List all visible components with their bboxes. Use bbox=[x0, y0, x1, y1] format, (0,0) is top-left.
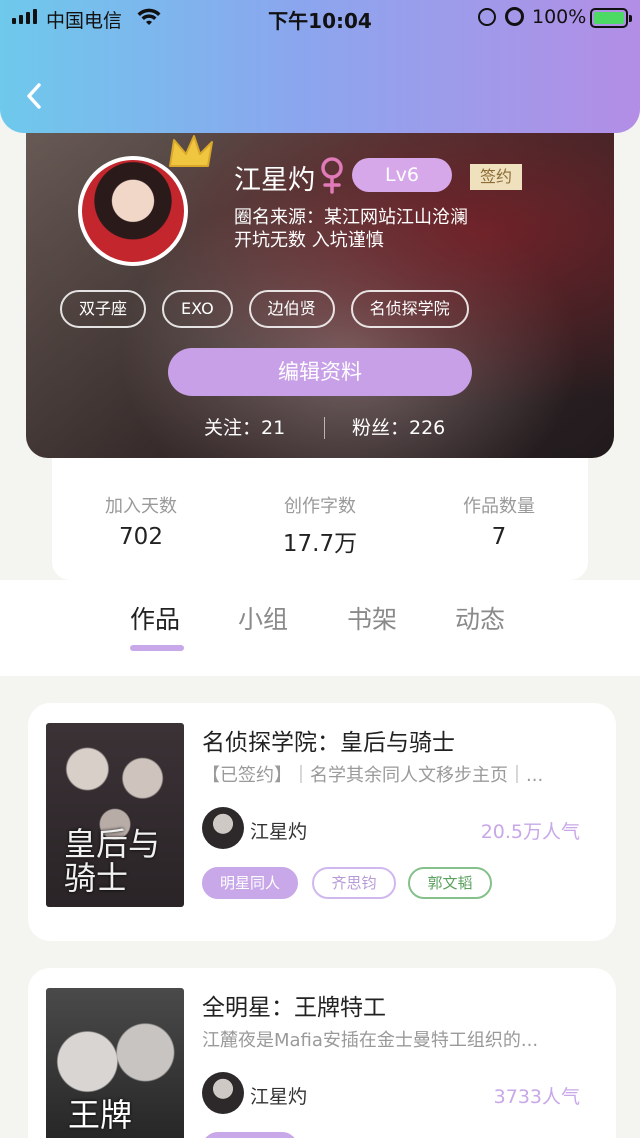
author-name[interactable]: 江星灼 bbox=[250, 817, 307, 844]
bio-line: 开坑无数 入坑谨慎 bbox=[234, 230, 384, 251]
rotation-lock-icon bbox=[478, 8, 496, 26]
divider bbox=[324, 417, 325, 439]
stats-panel: 加入天数 702 创作字数 17.7万 作品数量 7 bbox=[52, 458, 588, 580]
popularity-count: 3733人气 bbox=[493, 1086, 580, 1108]
author-avatar[interactable] bbox=[202, 1072, 244, 1114]
tab-activity[interactable]: 动态 bbox=[455, 600, 505, 636]
tag-chip[interactable]: 双子座 bbox=[60, 290, 147, 328]
tag-list: 双子座 EXO 边伯贤 名侦探学院 bbox=[60, 290, 469, 328]
work-title[interactable]: 名侦探学院：皇后与骑士 bbox=[202, 723, 455, 757]
bio-line: 圈名来源：某江网站江山沧澜 bbox=[234, 207, 468, 228]
tab-works[interactable]: 作品 bbox=[130, 600, 180, 636]
stat-label: 创作字数 bbox=[284, 496, 356, 517]
tag-chip[interactable]: 边伯贤 bbox=[248, 290, 335, 328]
status-bar: 中国电信 下午10:04 100% bbox=[0, 0, 640, 36]
tag-chip[interactable]: EXO bbox=[162, 290, 233, 328]
stat-label: 作品数量 bbox=[463, 496, 535, 517]
battery-percent: 100% bbox=[532, 6, 587, 28]
bio: 圈名来源：某江网站江山沧澜 开坑无数 入坑谨慎 bbox=[234, 206, 468, 252]
tag-chip[interactable]: 齐思钧 bbox=[312, 867, 396, 899]
genre-chip[interactable]: 明星同人 bbox=[202, 867, 298, 899]
stat-works-count: 作品数量 7 bbox=[410, 492, 588, 550]
tab-groups[interactable]: 小组 bbox=[238, 600, 288, 636]
popularity-count: 20.5万人气 bbox=[480, 821, 580, 843]
female-icon bbox=[321, 157, 343, 194]
author-name[interactable]: 江星灼 bbox=[250, 1082, 307, 1109]
tab-bar bbox=[0, 580, 640, 676]
fans-count[interactable]: 粉丝：226 bbox=[352, 413, 445, 440]
signed-badge: 签约 bbox=[470, 164, 522, 190]
tag-chip[interactable]: 名侦探学院 bbox=[350, 290, 469, 328]
avatar[interactable] bbox=[78, 156, 188, 266]
following-count[interactable]: 关注：21 bbox=[204, 413, 285, 440]
stat-value: 7 bbox=[491, 524, 507, 550]
work-cover[interactable]: 皇后与骑士 bbox=[46, 723, 184, 907]
stat-join-days: 加入天数 702 bbox=[52, 492, 230, 550]
work-description: 【已签约】｜名学其余同人文移步主页｜... bbox=[202, 765, 544, 786]
crown-icon bbox=[169, 135, 213, 167]
work-card[interactable]: 皇后与骑士 名侦探学院：皇后与骑士 【已签约】｜名学其余同人文移步主页｜... … bbox=[28, 703, 616, 941]
tab-bookshelf[interactable]: 书架 bbox=[347, 600, 397, 636]
alarm-icon bbox=[505, 7, 524, 26]
edit-profile-button[interactable]: 编辑资料 bbox=[168, 348, 472, 396]
chevron-left-icon bbox=[27, 83, 41, 109]
work-cover[interactable]: 王牌 bbox=[46, 988, 184, 1138]
work-card[interactable]: 王牌 全明星：王牌特工 江麓夜是Mafia安插在金士曼特工组织的... 江星灼 … bbox=[28, 968, 616, 1138]
stat-label: 加入天数 bbox=[105, 496, 177, 517]
cover-title: 皇后与骑士 bbox=[64, 825, 161, 897]
cover-title: 王牌 bbox=[68, 1096, 133, 1134]
work-title[interactable]: 全明星：王牌特工 bbox=[202, 988, 386, 1022]
active-tab-indicator bbox=[130, 645, 184, 651]
work-description: 江麓夜是Mafia安插在金士曼特工组织的... bbox=[202, 1030, 539, 1051]
stat-value: 17.7万 bbox=[282, 531, 358, 557]
level-badge: Lv6 bbox=[352, 158, 452, 192]
profile-name: 江星灼 bbox=[234, 165, 315, 196]
back-button[interactable] bbox=[22, 82, 46, 110]
genre-chip[interactable] bbox=[202, 1132, 298, 1138]
tag-chip[interactable]: 郭文韬 bbox=[408, 867, 492, 899]
battery-icon bbox=[590, 8, 632, 28]
author-avatar[interactable] bbox=[202, 807, 244, 849]
stat-word-count: 创作字数 17.7万 bbox=[231, 492, 409, 558]
header-bar: 中国电信 下午10:04 100% bbox=[0, 0, 640, 133]
stat-value: 702 bbox=[119, 524, 163, 550]
profile-hero: 江星灼 Lv6 签约 圈名来源：某江网站江山沧澜 开坑无数 入坑谨慎 双子座 E… bbox=[26, 110, 614, 458]
